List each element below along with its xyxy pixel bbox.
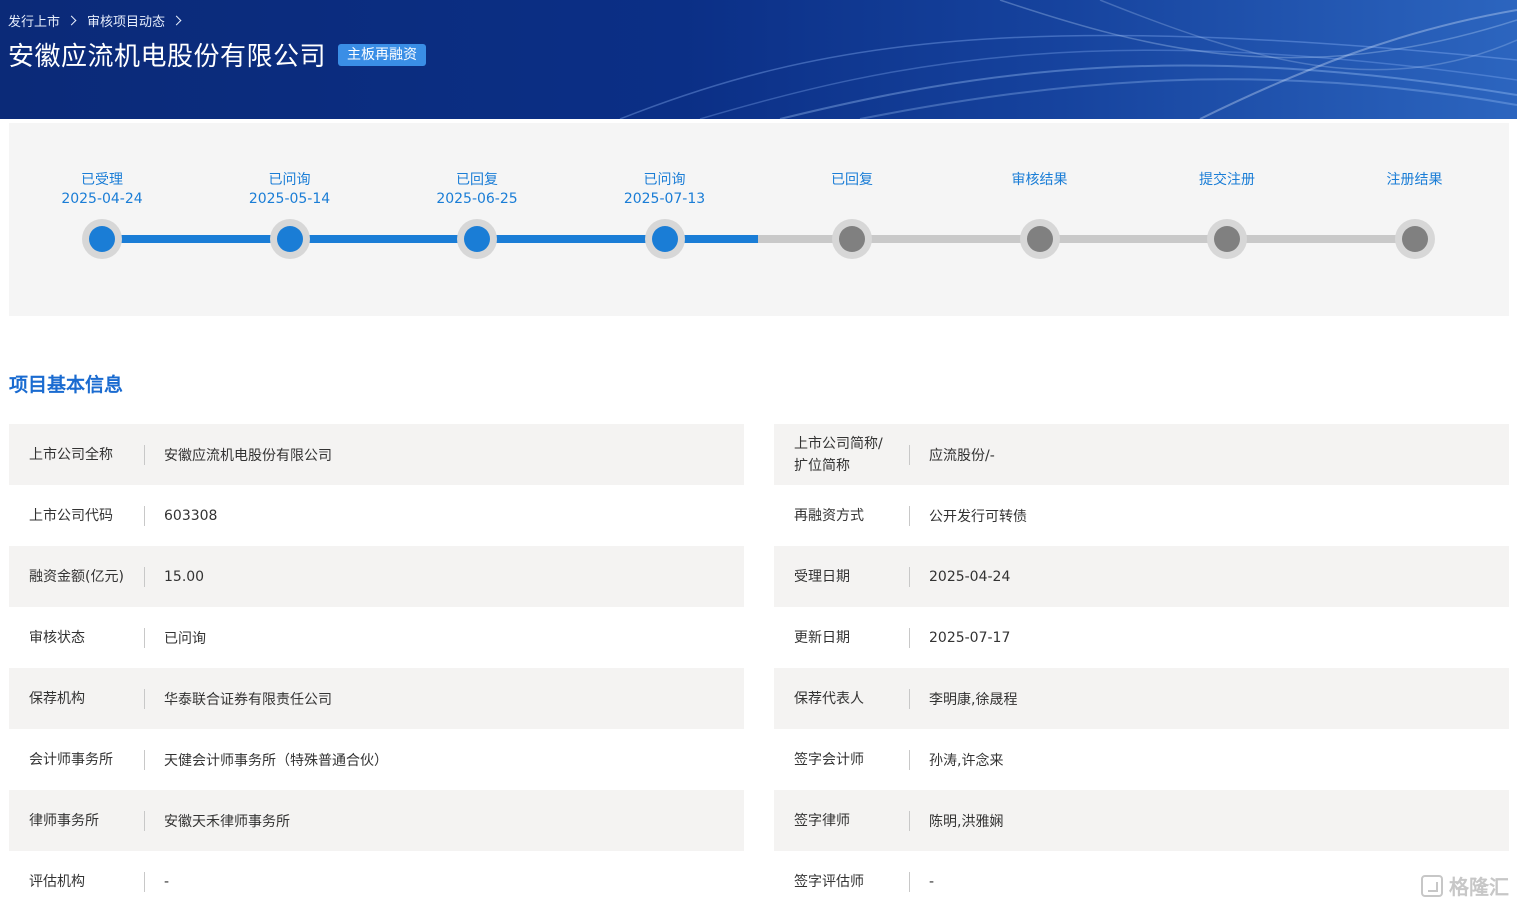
review-progress-panel: 已受理 2025-04-24 已问询 2025-05-14 已回复 2025-06-25 已… (9, 123, 1509, 316)
info-value: 李明康,徐晟程 (929, 691, 1018, 708)
progress-node-dot (839, 226, 865, 252)
progress-node-dot (464, 226, 490, 252)
info-row: 审核状态 已问询 (9, 607, 744, 668)
progress-step-status: 已问询 (643, 172, 686, 188)
info-row: 再融资方式 公开发行可转债 (774, 485, 1509, 546)
progress-node-pending (1394, 219, 1435, 259)
info-row: 签字律师 陈明,洪雅娴 (774, 790, 1509, 851)
progress-step-status: 提交注册 (1199, 172, 1255, 188)
board-tag: 主板再融资 (338, 43, 427, 66)
info-value: 安徽应流机电股份有限公司 (164, 447, 332, 464)
progress-step-status: 已受理 (81, 172, 123, 188)
info-value: 公开发行可转债 (929, 508, 1027, 525)
section-title: 项目基本信息 (9, 374, 124, 396)
info-value: 华泰联合证券有限责任公司 (164, 691, 332, 708)
progress-node-dot (1401, 226, 1428, 252)
info-row: 受理日期 2025-04-24 (774, 546, 1509, 607)
progress-node-completed (82, 219, 122, 259)
progress-step-date: 2025-04-24 (61, 191, 143, 207)
progress-node-dot (1026, 226, 1053, 252)
progress-node-dot (276, 226, 303, 252)
info-row: 上市公司代码 603308 (9, 485, 744, 546)
info-value: - (929, 873, 935, 890)
progress-node-completed (644, 219, 685, 259)
info-row: 保荐代表人 李明康,徐晟程 (774, 668, 1509, 729)
info-row: 会计师事务所 天健会计师事务所（特殊普通合伙） (9, 729, 744, 790)
info-label: 融资金额(亿元) (29, 568, 124, 585)
progress-step-label: 提交注册 (1157, 171, 1297, 190)
progress-step-status: 已回复 (456, 172, 498, 188)
gelonghui-logo-icon (1421, 874, 1443, 897)
chevron-right-icon (66, 15, 77, 26)
info-row: 上市公司简称/扩位简称 应流股份/- (774, 424, 1509, 485)
info-value: 陈明,洪雅娴 (929, 813, 1004, 830)
progress-node-dot (89, 226, 115, 252)
info-value: 已问询 (164, 630, 206, 647)
breadcrumb-item-ipo[interactable]: 发行上市 (8, 11, 60, 30)
info-label: 签字评估师 (794, 873, 864, 890)
info-label: 审核状态 (29, 629, 85, 646)
info-row: 签字评估师 - (774, 851, 1509, 908)
info-label: 上市公司代码 (29, 507, 113, 524)
info-value: 天健会计师事务所（特殊普通合伙） (164, 752, 388, 769)
title-row: 安徽应流机电股份有限公司 主板再融资 (8, 36, 427, 73)
info-value: 应流股份/- (929, 447, 995, 464)
progress-step-status: 已回复 (831, 172, 873, 188)
info-value: 2025-07-17 (929, 629, 1011, 646)
watermark: 格隆汇 (1421, 871, 1509, 900)
breadcrumb-item-review-news[interactable]: 审核项目动态 (87, 11, 165, 30)
info-label: 更新日期 (794, 629, 850, 646)
progress-node-dot (651, 226, 678, 252)
info-row: 律师事务所 安徽天禾律师事务所 (9, 790, 744, 851)
info-label: 签字会计师 (794, 751, 864, 768)
progress-step-label: 已问询 2025-07-13 (595, 171, 735, 209)
info-label: 受理日期 (794, 568, 850, 585)
progress-node-completed (457, 219, 497, 259)
progress-step-date: 2025-06-25 (436, 191, 518, 207)
info-label: 保荐机构 (29, 690, 85, 707)
info-label: 上市公司简称/扩位简称 (794, 435, 883, 474)
page-title: 安徽应流机电股份有限公司 (8, 42, 327, 72)
info-label: 评估机构 (29, 873, 85, 890)
header-banner: 发行上市 审核项目动态 安徽应流机电股份有限公司 主板再融资 (0, 0, 1517, 119)
breadcrumb: 发行上市 审核项目动态 (8, 11, 192, 30)
info-value: 15.00 (164, 568, 205, 585)
info-row: 保荐机构 华泰联合证券有限责任公司 (9, 668, 744, 729)
info-value: 安徽天禾律师事务所 (164, 813, 290, 830)
progress-step-status: 已问询 (268, 172, 311, 188)
info-value: 孙涛,许念来 (929, 752, 1004, 769)
progress-step-date: 2025-05-14 (248, 191, 331, 207)
progress-step-status: 注册结果 (1386, 172, 1443, 188)
info-row: 签字会计师 孙涛,许念来 (774, 729, 1509, 790)
progress-node-completed (269, 219, 310, 259)
progress-step-label: 已回复 2025-06-25 (407, 171, 547, 209)
progress-step-label: 已回复 (782, 171, 922, 190)
progress-step-date: 2025-07-13 (623, 191, 706, 207)
progress-node-pending (1019, 219, 1060, 259)
progress-step-label: 注册结果 (1345, 171, 1485, 190)
info-row: 更新日期 2025-07-17 (774, 607, 1509, 668)
progress-node-pending (1207, 219, 1247, 259)
info-row: 融资金额(亿元) 15.00 (9, 546, 744, 607)
progress-step-label: 审核结果 (970, 171, 1110, 190)
info-label: 再融资方式 (794, 507, 864, 524)
watermark-text: 格隆汇 (1449, 875, 1509, 899)
chevron-right-icon (171, 15, 182, 26)
progress-step-label: 已受理 2025-04-24 (32, 171, 172, 209)
info-label: 上市公司全称 (29, 446, 113, 463)
info-label: 会计师事务所 (29, 751, 113, 768)
info-label: 律师事务所 (29, 812, 99, 829)
info-value: - (164, 873, 170, 890)
info-value: 603308 (164, 507, 218, 524)
info-label: 保荐代表人 (794, 690, 864, 707)
info-label: 签字律师 (794, 812, 850, 829)
info-row: 上市公司全称 安徽应流机电股份有限公司 (9, 424, 744, 485)
info-value: 2025-04-24 (929, 568, 1011, 585)
progress-node-pending (832, 219, 872, 259)
progress-step-status: 审核结果 (1011, 172, 1068, 188)
progress-step-label: 已问询 2025-05-14 (220, 171, 360, 209)
progress-node-dot (1214, 226, 1240, 252)
info-row: 评估机构 - (9, 851, 744, 908)
